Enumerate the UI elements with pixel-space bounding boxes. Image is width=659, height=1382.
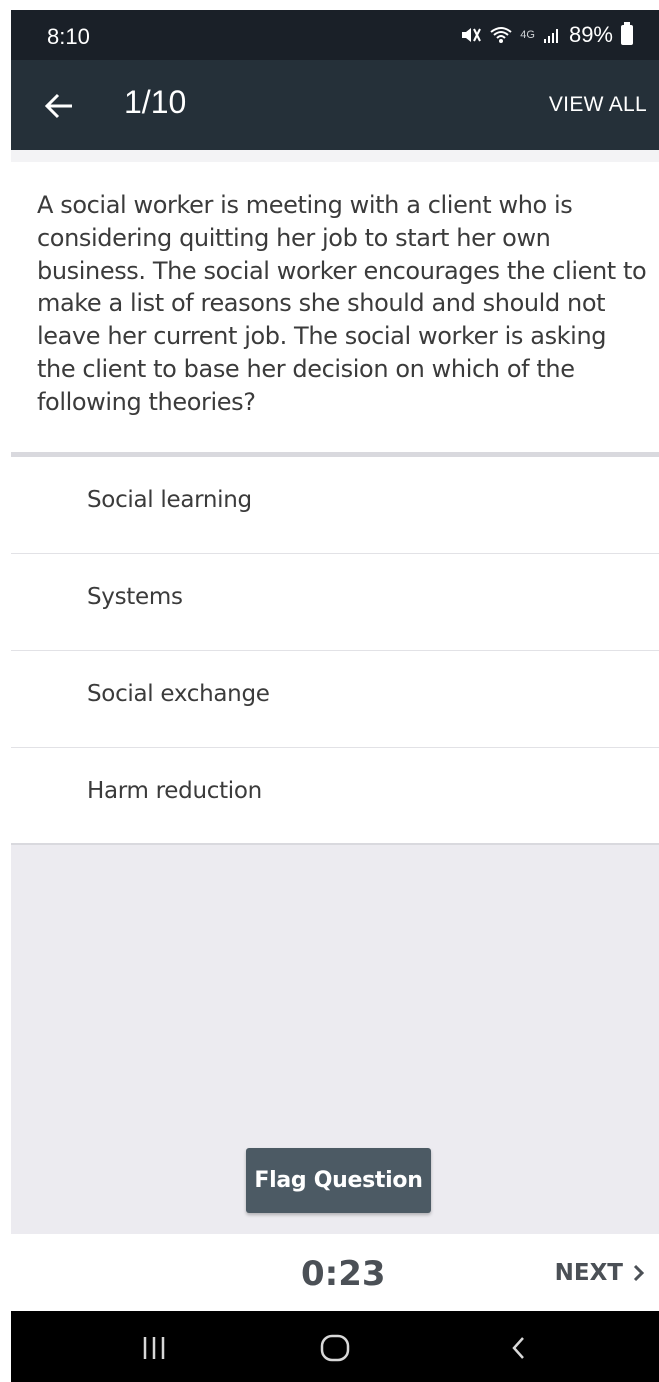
- screen: 8:10 4G 89% 1/10 VIEW ALL A social worke…: [11, 10, 659, 1382]
- top-strip: [11, 150, 659, 162]
- recent-apps-button[interactable]: [139, 1333, 169, 1363]
- arrow-left-icon: [44, 93, 72, 119]
- home-button[interactable]: [319, 1333, 351, 1363]
- recent-apps-icon: [143, 1337, 165, 1359]
- wifi-icon: [490, 25, 512, 45]
- signal-icon: [543, 26, 561, 44]
- status-time: 8:10: [47, 24, 90, 49]
- status-bar: 8:10 4G 89%: [11, 10, 659, 60]
- answer-option[interactable]: Systems: [11, 554, 659, 651]
- bottom-bar: 0:23 NEXT: [11, 1234, 659, 1311]
- flag-question-button[interactable]: Flag Question: [246, 1148, 431, 1213]
- question-card: A social worker is meeting with a client…: [11, 162, 659, 452]
- question-text: A social worker is meeting with a client…: [37, 191, 647, 416]
- answer-option-label: Systems: [87, 584, 183, 610]
- back-button[interactable]: [39, 86, 79, 126]
- chevron-right-icon: [633, 1264, 645, 1282]
- battery-icon: [621, 22, 633, 45]
- app-bar: 1/10 VIEW ALL: [11, 60, 659, 150]
- answer-option[interactable]: Harm reduction: [11, 748, 659, 845]
- next-label: NEXT: [554, 1260, 623, 1286]
- back-icon: [512, 1337, 524, 1359]
- battery-percent: 89%: [568, 22, 613, 47]
- system-back-button[interactable]: [508, 1333, 528, 1363]
- answer-option-label: Harm reduction: [87, 778, 262, 804]
- status-icons: 4G 89%: [460, 22, 633, 48]
- system-nav-bar: [11, 1311, 659, 1382]
- question-counter: 1/10: [124, 84, 187, 120]
- answer-option[interactable]: Social learning: [11, 457, 659, 554]
- next-button[interactable]: NEXT: [555, 1260, 645, 1286]
- view-all-button[interactable]: VIEW ALL: [549, 93, 647, 117]
- answer-option-label: Social learning: [87, 487, 252, 513]
- mute-icon: [460, 25, 482, 45]
- answer-option[interactable]: Social exchange: [11, 651, 659, 748]
- home-icon: [320, 1334, 350, 1362]
- timer: 0:23: [301, 1254, 386, 1294]
- network-type: 4G: [520, 29, 535, 41]
- answer-option-label: Social exchange: [87, 681, 270, 707]
- answer-options: Social learning Systems Social exchange …: [11, 457, 659, 845]
